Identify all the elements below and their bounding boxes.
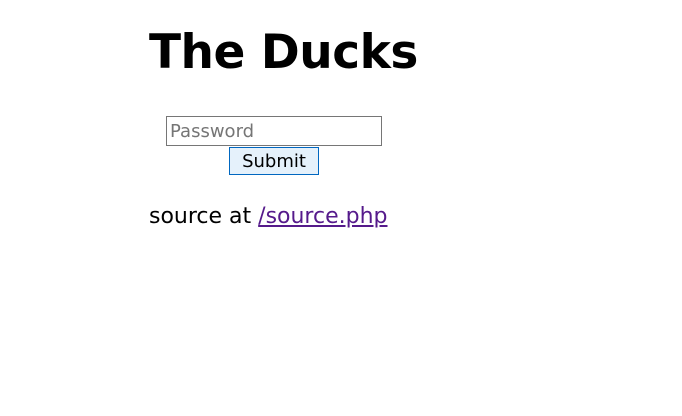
source-link[interactable]: /source.php bbox=[258, 204, 387, 229]
source-note-prefix: source at bbox=[149, 204, 259, 229]
login-form: Submit bbox=[166, 116, 382, 175]
submit-button[interactable]: Submit bbox=[229, 147, 319, 175]
source-note: source at /source.php bbox=[149, 202, 388, 232]
password-input[interactable] bbox=[166, 116, 382, 146]
page-title: The Ducks bbox=[149, 25, 418, 80]
